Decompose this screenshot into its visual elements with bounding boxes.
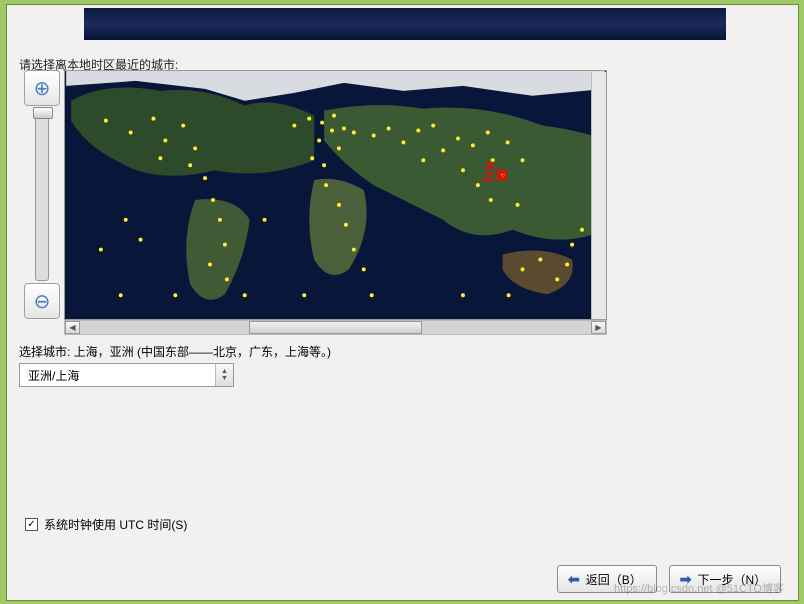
scroll-thumb[interactable] xyxy=(249,321,423,334)
back-button[interactable]: ⬅ 返回（B） xyxy=(557,565,657,593)
timezone-map-area: ⊕ ⊖ ✕ 上海 ◀ xyxy=(24,70,606,333)
utc-checkbox-label: 系统时钟使用 UTC 时间(S) xyxy=(44,516,187,533)
next-button[interactable]: ➡ 下一步（N） xyxy=(669,565,781,593)
zoom-in-icon: ⊕ xyxy=(34,76,51,101)
scroll-track[interactable] xyxy=(80,321,591,334)
scroll-right-button[interactable]: ▶ xyxy=(591,321,606,334)
next-button-label: 下一步（N） xyxy=(697,571,766,588)
back-button-label: 返回（B） xyxy=(586,571,642,588)
zoom-controls: ⊕ ⊖ xyxy=(24,70,60,320)
world-map[interactable]: ✕ 上海 xyxy=(64,70,607,320)
scroll-left-button[interactable]: ◀ xyxy=(65,321,80,334)
utc-checkbox-row: ✓ 系统时钟使用 UTC 时间(S) xyxy=(25,516,187,533)
timezone-select-value: 亚洲/上海 xyxy=(28,367,79,384)
chevron-up-icon: ▲ xyxy=(221,368,228,375)
map-horizontal-scrollbar[interactable]: ◀ ▶ xyxy=(64,320,607,335)
chevron-down-icon: ▼ xyxy=(221,375,228,382)
installer-window: 请选择离本地时区最近的城市: ⊕ ⊖ ✕ 上海 xyxy=(6,4,799,601)
zoom-slider[interactable] xyxy=(35,108,49,281)
zoom-in-button[interactable]: ⊕ xyxy=(24,70,60,106)
zoom-out-button[interactable]: ⊖ xyxy=(24,283,60,319)
map-svg: ✕ xyxy=(65,71,606,319)
header-banner xyxy=(84,8,726,40)
navigation-buttons: ⬅ 返回（B） ➡ 下一步（N） xyxy=(557,565,781,593)
zoom-out-icon: ⊖ xyxy=(34,289,51,314)
selected-city-info: 选择城市: 上海，亚洲 (中国东部——北京，广东，上海等。) xyxy=(19,343,331,360)
map-vertical-scrollbar[interactable] xyxy=(591,72,606,320)
selected-city-marker: 上海 xyxy=(482,165,508,184)
arrow-right-icon: ➡ xyxy=(680,571,692,588)
utc-checkbox[interactable]: ✓ xyxy=(25,518,38,531)
timezone-select[interactable]: 亚洲/上海 ▲▼ xyxy=(19,363,234,387)
select-spinner[interactable]: ▲▼ xyxy=(215,364,233,386)
arrow-left-icon: ⬅ xyxy=(568,571,580,588)
